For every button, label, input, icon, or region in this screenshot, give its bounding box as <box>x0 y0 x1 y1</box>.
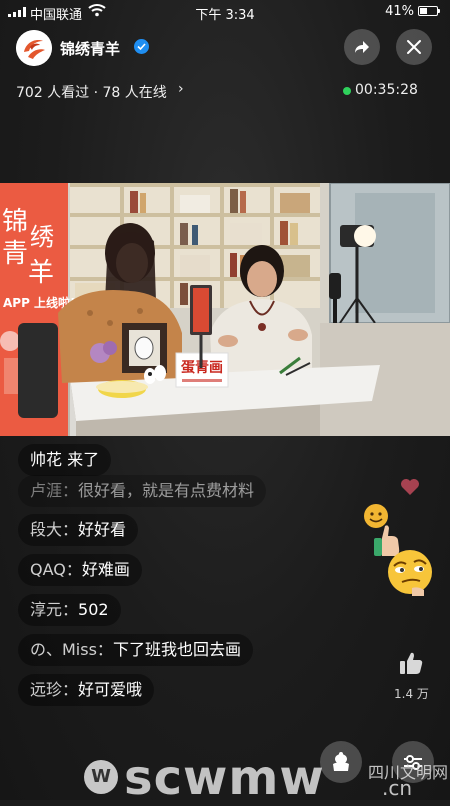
comment-item[interactable]: 远珍：好可爱哦 <box>18 674 155 706</box>
gift-icon <box>333 752 349 771</box>
banner-char-2: 绣 <box>30 223 54 251</box>
close-button[interactable] <box>396 29 432 65</box>
close-icon <box>407 40 421 54</box>
comment-item[interactable]: 段大：好好看 <box>18 514 139 546</box>
comment-text: 帅花 来了 <box>30 450 100 469</box>
smug-emoji-icon <box>388 550 432 596</box>
watermark-logo-letter: W <box>91 766 111 787</box>
live-indicator <box>343 87 351 95</box>
banner-char-1: 锦 <box>2 207 28 237</box>
watermark-logo: W <box>84 760 118 794</box>
banner-char-3: 青 <box>2 239 28 269</box>
comment-text: 502 <box>78 600 109 619</box>
status-bar: 中国联通 下午 3:34 41% <box>0 0 450 24</box>
comment-item[interactable]: の、Miss：下了班我也回去画 <box>18 634 253 666</box>
comment-author: 远珍： <box>30 680 79 699</box>
comment-author: QAQ： <box>30 560 82 579</box>
comment-text: 好难画 <box>81 560 130 579</box>
battery-icon <box>418 6 440 16</box>
comment-text: 很好看，就是有点费材料 <box>78 481 255 500</box>
clock: 下午 3:34 <box>195 8 255 23</box>
comment-author: の、Miss： <box>30 640 113 659</box>
channel-logo-icon <box>16 30 52 66</box>
channel-avatar[interactable] <box>16 30 52 66</box>
live-video[interactable]: 锦 绣 青 羊 APP 上线啦! <box>0 183 450 436</box>
battery-percent: 41% <box>385 4 414 19</box>
comment-item[interactable]: 淳元：502 <box>18 594 121 626</box>
comment-text: 下了班我也回去画 <box>112 640 241 659</box>
chevron-right-icon[interactable]: › <box>178 81 184 97</box>
comment-item[interactable]: QAQ：好难画 <box>18 554 142 586</box>
comment-text: 好可爱哦 <box>78 680 143 699</box>
share-button[interactable] <box>344 29 380 65</box>
like-icon[interactable] <box>398 650 424 676</box>
share-icon <box>355 41 369 53</box>
comment-author: 卢涯： <box>30 481 79 500</box>
watermark-tld: .cn <box>382 776 413 800</box>
like-count: 1.4 万 <box>394 687 429 701</box>
channel-name[interactable]: 锦绣青羊 <box>60 38 120 59</box>
live-duration: 00:35:28 <box>355 82 418 98</box>
comment-text: 好好看 <box>78 520 127 539</box>
comment-item[interactable]: 帅花 来了 <box>18 444 112 476</box>
comment-item[interactable]: 卢涯：很好看，就是有点费材料 <box>18 475 267 507</box>
comment-author: 淳元： <box>30 600 79 619</box>
heart-icon <box>401 479 419 495</box>
viewer-stats[interactable]: 702 人看过 · 78 人在线 <box>16 82 167 102</box>
verified-icon <box>134 39 149 54</box>
comment-author: 段大： <box>30 520 79 539</box>
gift-button[interactable] <box>320 741 362 783</box>
video-frame: 锦 绣 青 羊 APP 上线啦! <box>0 183 450 436</box>
watermark-text: scwmw <box>124 750 325 806</box>
banner-char-4: 羊 <box>28 258 54 288</box>
